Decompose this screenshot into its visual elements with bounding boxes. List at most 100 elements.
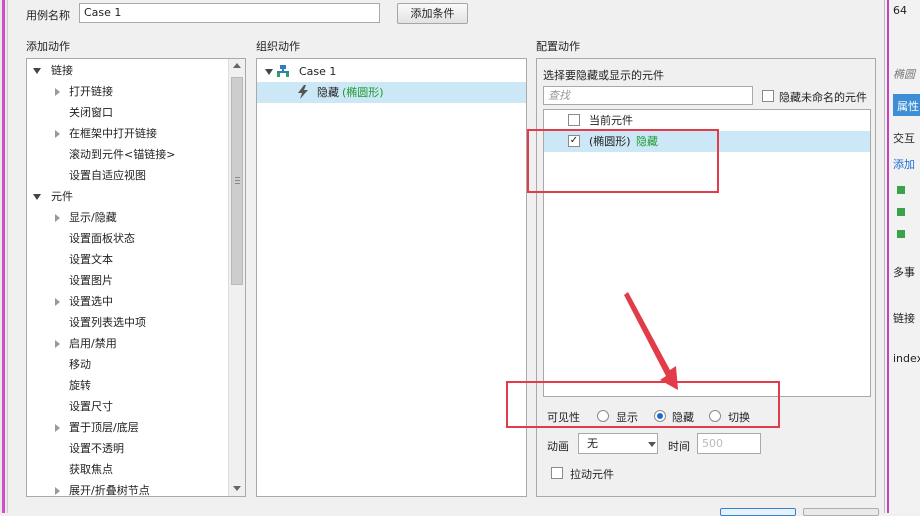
widget-label: 当前元件 <box>589 114 633 127</box>
tree-item[interactable]: 获取焦点 <box>27 459 227 480</box>
annotation-arrow-icon <box>624 292 678 390</box>
tree-item-label: 滚动到元件<锚链接> <box>69 148 176 161</box>
time-label: 时间 <box>668 440 690 453</box>
lightning-icon <box>298 85 308 99</box>
tree-item-label: 置于顶层/底层 <box>69 421 139 434</box>
bg-text: index <box>893 352 920 365</box>
drag-widget-checkbox[interactable] <box>551 467 563 479</box>
case-name-input[interactable]: Case 1 <box>79 3 380 23</box>
tree-item[interactable]: 启用/禁用 <box>27 333 227 354</box>
scroll-up-arrow-icon[interactable] <box>233 63 241 68</box>
widget-row-current[interactable]: 当前元件 <box>544 110 870 131</box>
scroll-down-arrow-icon[interactable] <box>233 486 241 491</box>
tree-item[interactable]: 移动 <box>27 354 227 375</box>
chevron-down-icon <box>648 442 656 447</box>
collapsed-triangle-icon[interactable] <box>55 487 60 495</box>
tree-item-label: 设置不透明 <box>69 442 124 455</box>
window-left-edge <box>0 0 8 513</box>
event-icon <box>897 230 905 238</box>
ok-button[interactable] <box>720 508 796 516</box>
drag-widget-label: 拉动元件 <box>570 468 614 481</box>
tree-item[interactable]: 设置面板状态 <box>27 228 227 249</box>
tree-item[interactable]: 设置自适应视图 <box>27 165 227 186</box>
organize-action-tree[interactable]: Case 1 隐藏 (椭圆形) <box>256 58 527 497</box>
tree-item[interactable]: 展开/折叠树节点 <box>27 480 227 497</box>
widget-checkbox[interactable] <box>568 114 580 126</box>
cancel-button[interactable] <box>803 508 879 516</box>
configure-heading: 选择要隐藏或显示的元件 <box>543 69 664 82</box>
tree-item[interactable]: 设置不透明 <box>27 438 227 459</box>
collapsed-triangle-icon[interactable] <box>55 424 60 432</box>
tree-item-label: 移动 <box>69 358 91 371</box>
bg-text: 64 <box>893 4 907 17</box>
tree-item-label: 关闭窗口 <box>69 106 113 119</box>
tree-item[interactable]: 打开链接 <box>27 81 227 102</box>
bg-link[interactable]: 添加 <box>893 156 915 172</box>
background-app-panel: 64 椭圆 属性 交互 添加 多事 链接 index <box>884 0 920 513</box>
tree-item-label: 旋转 <box>69 379 91 392</box>
tree-group[interactable]: 链接 <box>27 60 227 81</box>
bg-text: 椭圆 <box>893 68 915 81</box>
widget-search-input[interactable]: 查找 <box>543 86 753 105</box>
tree-group[interactable]: 元件 <box>27 186 227 207</box>
tree-item[interactable]: 置于顶层/底层 <box>27 417 227 438</box>
tree-item[interactable]: 在框架中打开链接 <box>27 123 227 144</box>
action-row-hide[interactable]: 隐藏 (椭圆形) <box>257 82 526 103</box>
tree-item[interactable]: 设置文本 <box>27 249 227 270</box>
collapsed-triangle-icon[interactable] <box>55 298 60 306</box>
vertical-scrollbar[interactable] <box>228 59 245 496</box>
bg-text: 交互 <box>893 132 915 145</box>
tree-item-label: 展开/折叠树节点 <box>69 484 150 497</box>
expand-triangle-icon[interactable] <box>33 194 41 200</box>
expand-triangle-icon[interactable] <box>33 68 41 74</box>
case-row[interactable]: Case 1 <box>257 61 526 82</box>
scrollbar-thumb[interactable] <box>231 77 243 285</box>
annotation-box-widget <box>527 129 719 193</box>
tree-item-label: 在框架中打开链接 <box>69 127 157 140</box>
tree-item[interactable]: 旋转 <box>27 375 227 396</box>
add-action-heading: 添加动作 <box>26 40 70 53</box>
tree-item[interactable]: 设置列表选中项 <box>27 312 227 333</box>
event-icon <box>897 208 905 216</box>
action-label: 隐藏 <box>317 86 339 99</box>
bg-text: 多事 <box>893 266 915 279</box>
tree-item-label: 元件 <box>51 190 73 203</box>
tree-item-label: 设置列表选中项 <box>69 316 146 329</box>
hide-unnamed-label: 隐藏未命名的元件 <box>779 91 867 104</box>
tree-item-label: 设置文本 <box>69 253 113 266</box>
case-icon <box>277 65 289 77</box>
add-condition-button[interactable]: 添加条件 <box>397 3 468 24</box>
tree-item-label: 设置自适应视图 <box>69 169 146 182</box>
time-input[interactable]: 500 <box>697 433 761 454</box>
case-label: Case 1 <box>299 65 337 78</box>
bg-text: 链接 <box>893 312 915 325</box>
expand-triangle-icon[interactable] <box>265 69 273 75</box>
organize-action-heading: 组织动作 <box>256 40 300 53</box>
action-target: (椭圆形) <box>342 86 384 99</box>
tree-item[interactable]: 设置尺寸 <box>27 396 227 417</box>
tree-item-label: 设置图片 <box>69 274 113 287</box>
tree-item-label: 启用/禁用 <box>69 337 117 350</box>
bg-tab-label: 属性 <box>897 100 919 113</box>
collapsed-triangle-icon[interactable] <box>55 214 60 222</box>
case-name-label: 用例名称 <box>26 9 70 22</box>
animation-select[interactable]: 无 <box>578 433 658 454</box>
collapsed-triangle-icon[interactable] <box>55 130 60 138</box>
event-icon <box>897 186 905 194</box>
case-editor-dialog: 用例名称 Case 1 添加条件 添加动作 组织动作 配置动作 链接 打开链接 关闭… <box>8 0 884 516</box>
collapsed-triangle-icon[interactable] <box>55 340 60 348</box>
tree-item-label: 获取焦点 <box>69 463 113 476</box>
tree-item[interactable]: 设置图片 <box>27 270 227 291</box>
add-action-tree[interactable]: 链接打开链接关闭窗口在框架中打开链接滚动到元件<锚链接> 设置自适应视图元件显示/… <box>26 58 246 497</box>
properties-tab[interactable]: 属性 <box>893 94 920 116</box>
tree-item[interactable]: 关闭窗口 <box>27 102 227 123</box>
tree-item[interactable]: 显示/隐藏 <box>27 207 227 228</box>
tree-item-label: 链接 <box>51 64 73 77</box>
collapsed-triangle-icon[interactable] <box>55 88 60 96</box>
animation-label: 动画 <box>547 440 569 453</box>
tree-item[interactable]: 设置选中 <box>27 291 227 312</box>
tree-item[interactable]: 滚动到元件<锚链接> <box>27 144 227 165</box>
tree-item-label: 打开链接 <box>69 85 113 98</box>
hide-unnamed-checkbox[interactable] <box>762 90 774 102</box>
tree-item-label: 显示/隐藏 <box>69 211 117 224</box>
